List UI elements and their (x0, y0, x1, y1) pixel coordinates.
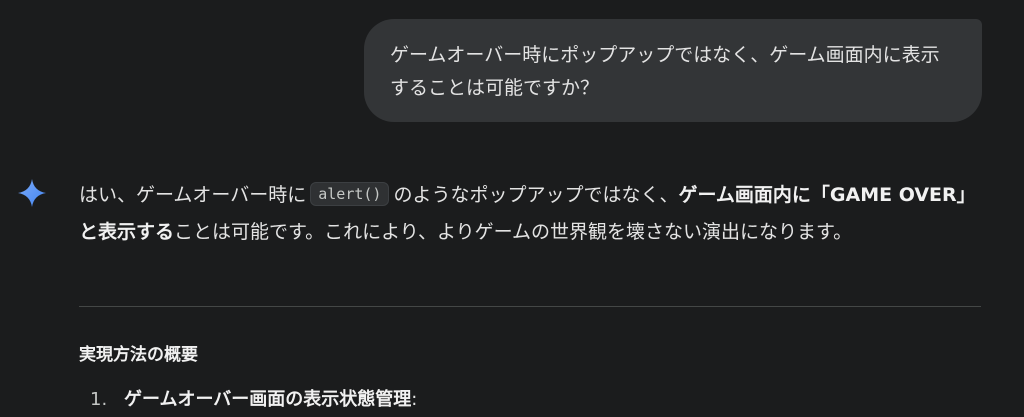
section-divider (79, 306, 981, 307)
list-item: 1. ゲームオーバー画面の表示状態管理: (90, 386, 417, 414)
chat-page: ゲームオーバー時にポップアップではなく、ゲーム画面内に表示することは可能ですか？… (0, 0, 1024, 417)
response-text-part1: はい、ゲームオーバー時に (79, 184, 307, 206)
gemini-sparkle-icon (18, 179, 46, 207)
list-item-label: ゲームオーバー画面の表示状態管理 (124, 389, 412, 410)
response-text-part2: のようなポップアップではなく、 (393, 184, 679, 206)
assistant-response-paragraph: はい、ゲームオーバー時に alert() のようなポップアップではなく、ゲーム画面内… (79, 177, 981, 251)
response-text-part3: ことは可能です。これにより、よりゲームの世界観を壊さない演出になります。 (174, 221, 853, 243)
inline-code: alert() (310, 182, 390, 206)
list-item-number: 1. (90, 389, 108, 410)
section-heading: 実現方法の概要 (79, 345, 198, 365)
user-message-bubble: ゲームオーバー時にポップアップではなく、ゲーム画面内に表示することは可能ですか？ (364, 19, 982, 122)
user-message-text: ゲームオーバー時にポップアップではなく、ゲーム画面内に表示することは可能ですか？ (390, 44, 940, 99)
list-item-suffix: : (411, 389, 418, 410)
